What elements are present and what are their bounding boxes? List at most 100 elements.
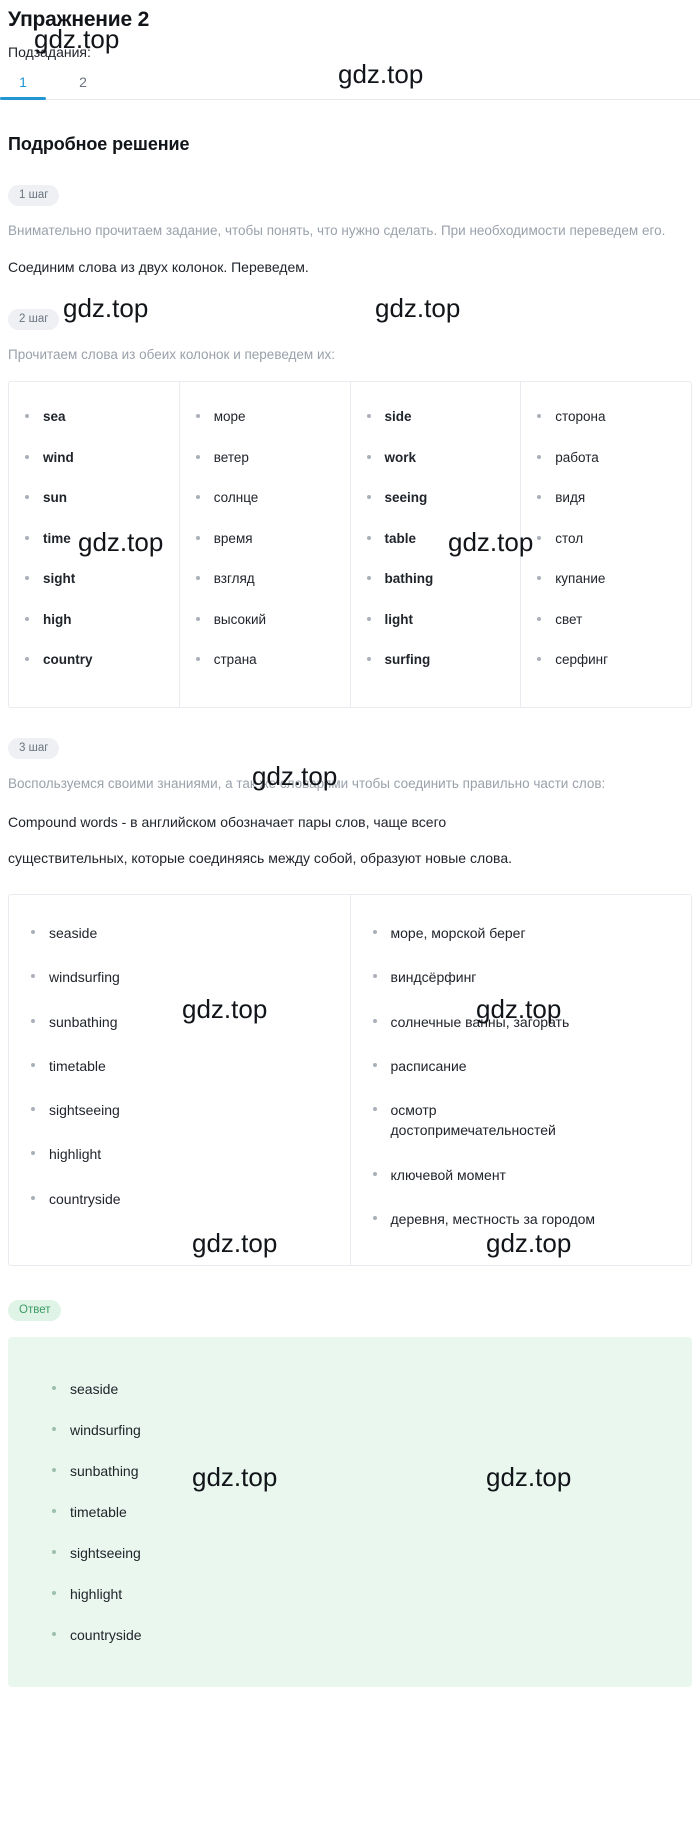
bullet-icon xyxy=(537,576,542,581)
list-item: countryside xyxy=(9,1189,350,1209)
list-item: расписание xyxy=(351,1056,692,1076)
word-translation-table: sea wind sun time sight high country мор… xyxy=(8,381,692,708)
bullet-icon xyxy=(25,414,29,419)
bullet-icon xyxy=(372,1216,377,1221)
step-3-badge: 3 шаг xyxy=(8,737,60,759)
table-row: взгляд xyxy=(180,572,350,586)
table-row: sun xyxy=(9,491,179,505)
compound-words-table: seaside windsurfing sunbathing timetable… xyxy=(8,893,692,1267)
bullet-icon xyxy=(366,414,371,419)
bullet-icon xyxy=(31,929,35,934)
step-3-text: Воспользуемся своими знаниями, а так же … xyxy=(8,775,606,791)
table-row: side xyxy=(351,410,521,424)
table-row: time xyxy=(9,532,179,546)
bullet-icon xyxy=(366,495,371,500)
page-title: Подробное решение xyxy=(8,134,190,154)
list-item: sightseeing xyxy=(9,1100,350,1120)
step-1-text: Внимательно прочитаем задание, чтобы пон… xyxy=(8,223,666,238)
table-row: высокий xyxy=(180,613,350,627)
compound-words-note-line-2: существительных, которые соединяясь межд… xyxy=(8,850,513,867)
table-row: work xyxy=(351,451,521,465)
bullet-icon xyxy=(52,1427,56,1432)
tab-subtask-2[interactable]: 2 xyxy=(68,70,98,99)
table-row: купание xyxy=(521,572,691,586)
bullet-icon xyxy=(372,1107,377,1112)
bullet-icon xyxy=(372,1171,377,1176)
list-item: sunbathing xyxy=(8,1463,692,1479)
bullet-icon xyxy=(25,657,29,662)
solution-page: Упражнение 2 Подзадания: 1 2 Подробное р… xyxy=(0,0,700,1688)
bullet-icon xyxy=(31,1151,35,1156)
table-row: серфинг xyxy=(521,653,691,667)
table-row: wind xyxy=(9,451,179,465)
table-row: seeing xyxy=(351,491,521,505)
list-item: highlight xyxy=(9,1144,350,1164)
bullet-icon xyxy=(372,1018,377,1023)
bullet-icon xyxy=(31,974,35,979)
table-row: стол xyxy=(521,532,691,546)
list-item: деревня, местность за городом xyxy=(351,1209,692,1229)
table-row: sight xyxy=(9,572,179,586)
table-row: ветер xyxy=(180,451,350,465)
bullet-icon xyxy=(195,657,200,662)
answer-badge: Ответ xyxy=(8,1300,62,1322)
answer-block: seaside windsurfing sunbathing timetable… xyxy=(8,1337,692,1688)
step-2-badge: 2 шаг xyxy=(8,308,60,330)
list-item: море, морской берег xyxy=(351,923,692,943)
bullet-icon xyxy=(366,616,371,621)
list-item: виндсёрфинг xyxy=(351,967,692,987)
tab-subtask-1[interactable]: 1 xyxy=(0,70,46,100)
list-item: солнечные ванны, загорать xyxy=(351,1012,692,1032)
bullet-icon xyxy=(195,616,200,621)
list-item: seaside xyxy=(9,923,350,943)
list-item: windsurfing xyxy=(9,967,350,987)
bullet-icon xyxy=(366,535,371,540)
table-row: время xyxy=(180,532,350,546)
bullet-icon xyxy=(52,1468,56,1473)
list-item: ключевой момент xyxy=(351,1165,692,1185)
table-row: работа xyxy=(521,451,691,465)
table-row: видя xyxy=(521,491,691,505)
list-item: timetable xyxy=(8,1504,692,1520)
bullet-icon xyxy=(31,1062,35,1067)
table-row: table xyxy=(351,532,521,546)
bullet-icon xyxy=(52,1386,56,1391)
bullet-icon xyxy=(25,535,29,540)
table-row: high xyxy=(9,613,179,627)
table-row: surfing xyxy=(351,653,521,667)
bullet-icon xyxy=(52,1550,56,1555)
table-row: солнце xyxy=(180,491,350,505)
table-row: свет xyxy=(521,613,691,627)
bullet-icon xyxy=(372,974,377,979)
table-row: country xyxy=(9,653,179,667)
bullet-icon xyxy=(195,495,200,500)
bullet-icon xyxy=(25,576,29,581)
table-row: море xyxy=(180,410,350,424)
step-1-statement: Соединим слова из двух колонок. Переведе… xyxy=(8,258,309,275)
bullet-icon xyxy=(25,495,29,500)
bullet-icon xyxy=(537,657,542,662)
exercise-title: Упражнение 2 xyxy=(8,8,150,31)
bullet-icon xyxy=(195,414,200,419)
bullet-icon xyxy=(25,454,29,459)
bullet-icon xyxy=(537,495,542,500)
list-item: осмотр достопримечательностей xyxy=(351,1100,591,1141)
table-column-english-right: side work seeing table bathing light sur… xyxy=(351,382,522,707)
step-1-block: 1 шаг Внимательно прочитаем задание, что… xyxy=(0,155,700,279)
bullet-icon xyxy=(195,454,200,459)
bullet-icon xyxy=(31,1018,35,1023)
table-row: sea xyxy=(9,410,179,424)
bullet-icon xyxy=(537,414,542,419)
subtasks-label: Подзадания: xyxy=(8,44,91,60)
bullet-icon xyxy=(52,1591,56,1596)
table-column-english-left: sea wind sun time sight high country xyxy=(9,382,180,707)
list-item: windsurfing xyxy=(8,1422,692,1438)
step-2-block: 2 шаг Прочитаем слова из обеих колонок и… xyxy=(0,279,700,708)
compound-column-words: seaside windsurfing sunbathing timetable… xyxy=(9,894,351,1266)
table-row: сторона xyxy=(521,410,691,424)
compound-column-translations: море, морской берег виндсёрфинг солнечны… xyxy=(351,895,692,1265)
table-row: страна xyxy=(180,653,350,667)
bullet-icon xyxy=(537,616,542,621)
list-item: highlight xyxy=(8,1586,692,1602)
bullet-icon xyxy=(25,616,29,621)
